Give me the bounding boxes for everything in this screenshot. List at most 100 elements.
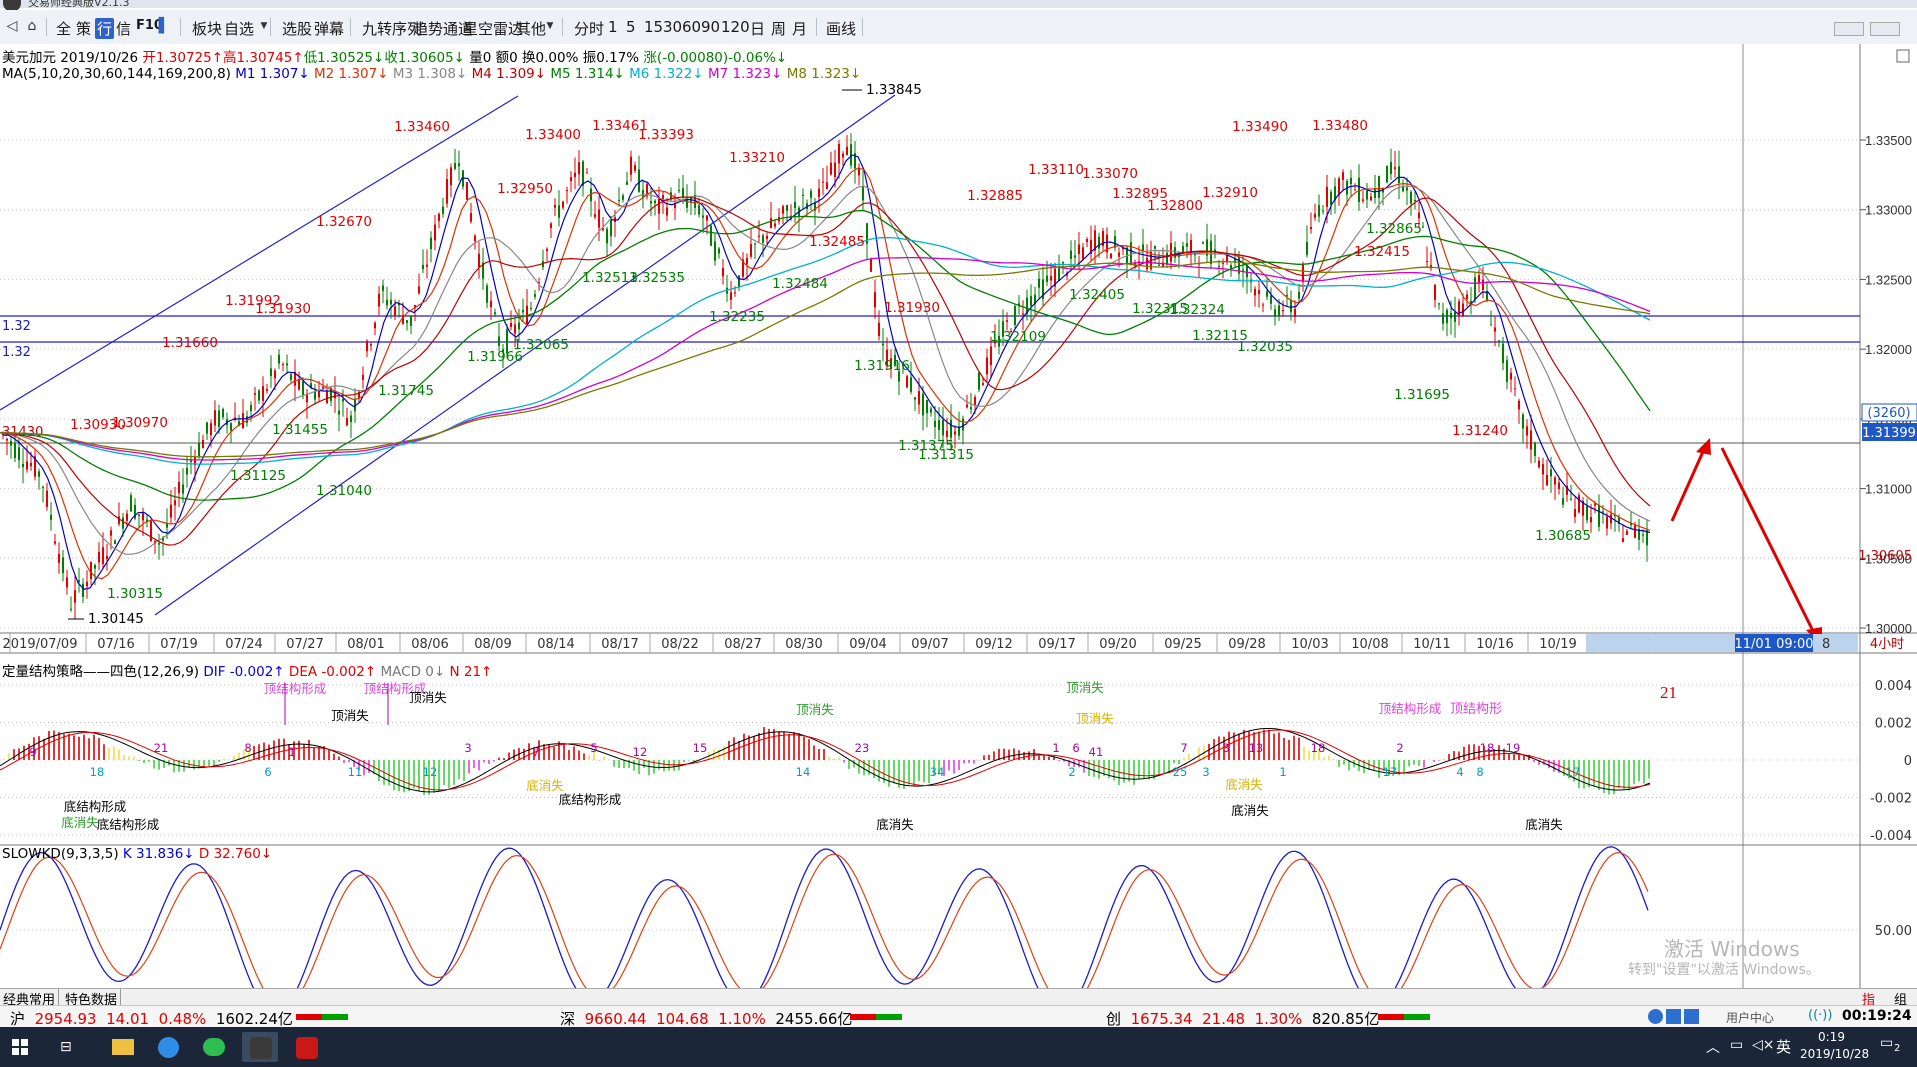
tf-1[interactable]: 1 xyxy=(608,18,618,36)
exchange-status-icon[interactable] xyxy=(1666,1009,1681,1024)
candle-body xyxy=(1546,474,1548,486)
index-sz[interactable]: 深 9660.44 104.68 1.10% 2455.66亿 xyxy=(560,1008,852,1029)
candle-body xyxy=(1362,199,1364,201)
candle-body xyxy=(206,422,208,434)
candle-body xyxy=(374,322,376,329)
date-label: 07/19 xyxy=(160,637,197,652)
start-windows-icon[interactable] xyxy=(12,1039,19,1046)
tf-15[interactable]: 15 xyxy=(644,18,663,36)
toolbar-hint-button-2[interactable] xyxy=(1870,22,1900,36)
candle-body xyxy=(830,162,832,175)
tf-30[interactable]: 30 xyxy=(663,18,682,36)
tf-day[interactable]: 日 xyxy=(750,18,765,39)
toolbar-hint-button-1[interactable] xyxy=(1834,22,1864,36)
tray-ime[interactable]: 英 xyxy=(1776,1036,1791,1057)
ma-title: MA(5,10,20,30,60,144,169,200,8) xyxy=(2,66,231,82)
btn-full[interactable]: 全 xyxy=(56,18,71,39)
candle-body xyxy=(142,513,144,521)
activate-windows-hint: 转到"设置"以激活 Windows。 xyxy=(1628,962,1820,978)
user-center-link[interactable]: 用户中心 xyxy=(1726,1009,1774,1026)
trough-label: 1.30315 xyxy=(107,586,163,602)
window-title-bar: 交易师经典版V2.1.3 ▔▔▔▔ ▔▔▔▔ ▔▔▔▔ ▔▔▔▔ ▔▔▔▔ xyxy=(0,0,1917,8)
candle-body xyxy=(1538,460,1540,468)
macd-annotation: 底结构形成 xyxy=(97,817,160,832)
tf-5[interactable]: 5 xyxy=(626,18,636,36)
window-layout-icon[interactable]: ▌ xyxy=(156,18,172,34)
candle-body xyxy=(430,237,432,250)
home-icon[interactable]: ⌂ xyxy=(24,18,40,34)
quote-info-row: 美元加元 2019/10/26 开1.30725↑高1.30745↑低1.305… xyxy=(2,46,787,66)
lock-status-icon[interactable] xyxy=(1684,1009,1699,1024)
candle-body xyxy=(714,241,716,261)
candle-body xyxy=(190,460,192,463)
kline-chart[interactable]: 1.335001.330001.325001.320001.315001.310… xyxy=(0,44,1917,988)
btn-select[interactable]: 选股 xyxy=(282,18,312,39)
btn-policy[interactable]: 策 xyxy=(76,18,91,39)
peak-label: 1.33070 xyxy=(1082,166,1138,182)
candle-body xyxy=(906,376,908,388)
candle-body xyxy=(1426,261,1428,263)
tf-120[interactable]: 120 xyxy=(721,18,750,36)
tf-intraday[interactable]: 分时 xyxy=(574,18,604,39)
candle-body xyxy=(1390,161,1392,174)
candle-body xyxy=(710,225,712,246)
task-view-icon[interactable]: ⊟ xyxy=(60,1039,72,1055)
candle-body xyxy=(1498,340,1500,342)
index-cy[interactable]: 创 1675.34 21.48 1.30% 820.85亿 xyxy=(1106,1008,1379,1029)
candle-body xyxy=(394,306,396,317)
macd-count-label: 7 xyxy=(1180,741,1187,755)
candle-body xyxy=(862,186,864,201)
candle-body xyxy=(774,223,776,227)
index-sh[interactable]: 沪 2954.93 14.01 0.48% 1602.24亿 xyxy=(10,1008,293,1029)
candle-body xyxy=(382,285,384,291)
btn-info[interactable]: 信 xyxy=(116,18,131,39)
candle-body xyxy=(766,235,768,239)
btn-quote[interactable]: 行 xyxy=(95,18,115,39)
taskbar-wh6-icon[interactable] xyxy=(288,1032,324,1062)
btn-star-radar[interactable]: 星空雷达 xyxy=(463,18,523,39)
tf-60[interactable]: 60 xyxy=(682,18,701,36)
candle-body xyxy=(918,391,920,405)
candle-body xyxy=(1370,196,1372,201)
macd-count-label: 17 xyxy=(1383,765,1398,779)
candle-body xyxy=(438,213,440,222)
candle-body xyxy=(230,423,232,431)
tf-month[interactable]: 月 xyxy=(792,18,807,39)
price-tick-label: 1.33500 xyxy=(1865,133,1912,148)
btn-watchlist[interactable]: 自选 xyxy=(224,18,254,39)
s-status-icon[interactable] xyxy=(1648,1009,1663,1024)
taskbar-explorer-icon[interactable] xyxy=(104,1032,140,1062)
macd-count-label: 3 xyxy=(1222,741,1229,755)
btn-popup[interactable]: 弹幕 xyxy=(314,18,344,39)
tray-time[interactable]: 0:19 xyxy=(1818,1030,1845,1044)
taskbar-browser-icon[interactable] xyxy=(150,1032,186,1062)
candle-body xyxy=(1202,242,1204,244)
candle-body xyxy=(258,390,260,401)
taskbar-wechat-icon[interactable] xyxy=(196,1032,232,1062)
quote-volume: 量0 xyxy=(469,50,492,66)
tray-volume-icon[interactable]: ◁× xyxy=(1752,1037,1775,1053)
btn-draw-line[interactable]: 画线 xyxy=(826,18,856,39)
candle-body xyxy=(70,608,72,610)
tf-week[interactable]: 周 xyxy=(771,18,786,39)
candle-body xyxy=(674,204,676,209)
candle-body xyxy=(1322,210,1324,212)
notification-icon[interactable]: ▭ xyxy=(1880,1035,1893,1051)
macd-annotation: 底消失 xyxy=(61,815,99,830)
macd-axis-label: -0.002 xyxy=(1870,792,1912,807)
candle-body xyxy=(1554,477,1556,485)
candle-body xyxy=(1222,262,1224,264)
other-dropdown-icon[interactable]: ▼ xyxy=(542,18,558,34)
quote-high: 高1.30745↑ xyxy=(223,50,304,66)
tray-chevron-icon[interactable]: ︿ xyxy=(1706,1037,1720,1057)
candle-body xyxy=(1526,426,1528,436)
candle-body xyxy=(1622,538,1624,542)
taskbar-trader-app-icon[interactable] xyxy=(242,1032,278,1062)
date-label: 09/04 xyxy=(849,637,886,652)
back-icon[interactable]: ◁ xyxy=(4,18,20,34)
tf-90[interactable]: 90 xyxy=(701,18,720,36)
tray-date[interactable]: 2019/10/28 xyxy=(1800,1047,1869,1061)
btn-sector[interactable]: 板块 xyxy=(192,18,222,39)
macd-annotation: 底消失 xyxy=(876,817,914,832)
tray-network-icon[interactable]: ▭ xyxy=(1730,1037,1743,1053)
